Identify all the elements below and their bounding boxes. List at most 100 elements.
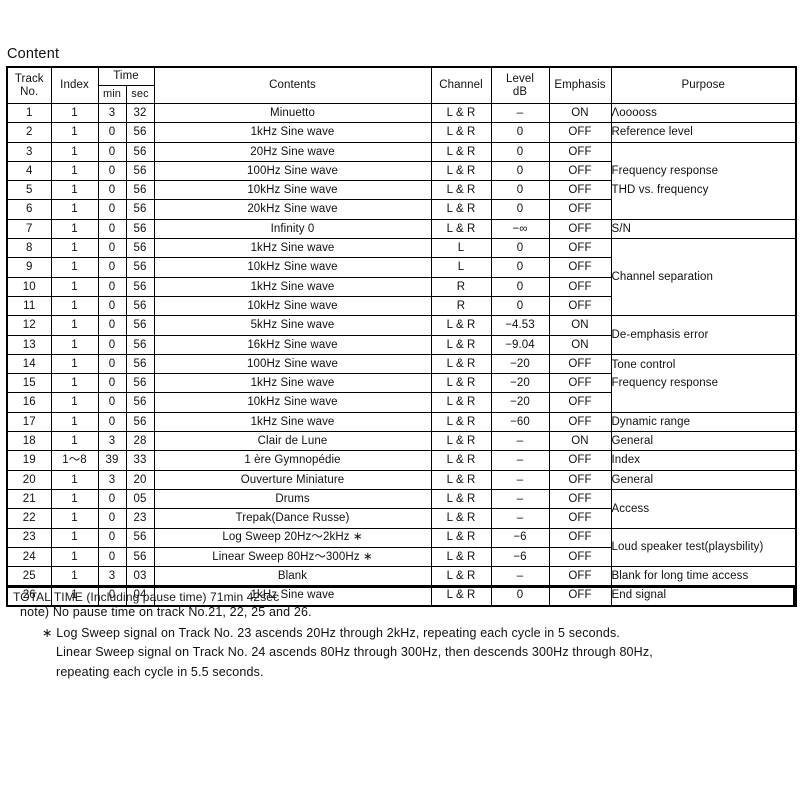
cell-time-sec: 56 (125, 122, 155, 143)
cell-level-db: – (490, 566, 550, 587)
cell-emphasis: OFF (548, 141, 612, 162)
cell-time-min: 0 (97, 334, 127, 355)
table-row: 12 1 0 56 5kHz Sine wave L & R −4.53 ON De-empha… (6, 315, 797, 355)
cell-emphasis: OFF (548, 411, 612, 433)
cell-time-sec: 56 (125, 353, 155, 375)
header-level-line1: Level (506, 73, 534, 86)
cell-time-sec: 56 (125, 411, 155, 433)
note-sweep-line-2: Linear Sweep signal on Track No. 24 asce… (56, 645, 653, 659)
cell-track-no: 14 (6, 353, 52, 375)
cell-time-min: 3 (97, 102, 127, 124)
cell-index: 1 (50, 508, 99, 529)
note-no-pause-time: note) No pause time on track No.21, 22, … (20, 605, 312, 619)
cell-time-min: 0 (97, 257, 127, 278)
cell-track-no: 6 (6, 199, 52, 220)
cell-track-no: 19 (6, 450, 52, 471)
cell-purpose: S/N (610, 218, 797, 240)
cell-emphasis: OFF (548, 199, 612, 220)
cell-time-sec: 56 (125, 257, 155, 278)
purpose-line: Frequency response (611, 377, 719, 390)
cell-time-sec: 56 (125, 546, 155, 568)
cell-channel: L & R (430, 180, 492, 201)
header-track-no-line2: No. (20, 85, 39, 98)
cell-time-sec: 56 (125, 392, 155, 413)
cell-emphasis: OFF (548, 488, 612, 510)
cell-index: 1 (50, 469, 99, 490)
cell-time-sec: 05 (125, 488, 155, 510)
cell-time-min: 39 (97, 450, 127, 471)
cell-time-sec: 23 (125, 508, 155, 529)
table-row: 18 1 3 28 Clair de Lune L & R – ON General (6, 431, 797, 452)
cell-contents: Blank (153, 566, 432, 587)
cell-channel: L & R (430, 488, 492, 510)
cell-index: 1 (50, 295, 99, 317)
cell-level-db: 0 (490, 295, 550, 317)
cell-track-no: 11 (6, 295, 52, 317)
note-sweep-block: ∗ Log Sweep signal on Track No. 23 ascen… (6, 624, 796, 686)
asterisk-icon: ∗ (42, 624, 53, 640)
cell-contents: Infinity 0 (153, 218, 432, 240)
cell-contents: 100Hz Sine wave (153, 353, 432, 375)
header-level-db: Level dB (490, 66, 550, 104)
footnotes: note) No pause time on track No.21, 22, … (6, 606, 796, 685)
cell-purpose: Reference level (610, 122, 797, 143)
cell-level-db: – (490, 488, 550, 510)
table-row: 8 1 0 56 1kHz Sine wave L 0 OFF Channel separati… (6, 238, 797, 317)
cell-contents: Clair de Lune (153, 431, 432, 452)
cell-time-sec: 03 (125, 566, 155, 587)
cell-purpose: Blank for long time access (610, 566, 797, 587)
cell-level-db: −20 (490, 353, 550, 375)
cell-index: 1 (50, 431, 99, 452)
cell-channel: L & R (430, 431, 492, 452)
cell-level-db: −4.53 (490, 315, 550, 336)
cell-index: 1 (50, 353, 99, 375)
cell-contents: 1 ère Gymnopédie (153, 450, 432, 471)
cell-emphasis: OFF (548, 566, 612, 587)
cell-channel: L & R (430, 450, 492, 471)
purpose-line-stack: Frequency response THD vs. frequency (612, 144, 796, 217)
cell-track-no: 10 (6, 276, 52, 297)
cell-channel: L & R (430, 334, 492, 355)
cell-channel: L & R (430, 199, 492, 220)
cell-track-no: 17 (6, 411, 52, 433)
cell-contents: 5kHz Sine wave (153, 315, 432, 336)
cell-track-no: 2 (6, 122, 52, 143)
cell-purpose: Access (610, 488, 797, 529)
cell-time-sec: 56 (125, 180, 155, 201)
cell-level-db: – (490, 469, 550, 490)
cell-purpose: General (610, 469, 797, 490)
cell-level-db: −6 (490, 546, 550, 568)
note-sweep-line-1: ∗ Log Sweep signal on Track No. 23 ascen… (42, 624, 796, 640)
cell-time-min: 0 (97, 373, 127, 394)
cell-time-min: 0 (97, 411, 127, 433)
cell-track-no: 4 (6, 160, 52, 182)
cell-channel: L (430, 257, 492, 278)
cell-index: 1 (50, 141, 99, 162)
cell-contents: 1kHz Sine wave (153, 276, 432, 297)
cell-contents: 20Hz Sine wave (153, 141, 432, 162)
cell-level-db: – (490, 450, 550, 471)
cell-emphasis: ON (548, 431, 612, 452)
cell-purpose: Λooooss (610, 102, 797, 124)
cell-emphasis: OFF (548, 122, 612, 143)
cell-time-min: 0 (97, 276, 127, 297)
cell-index: 1〜8 (50, 450, 99, 471)
cell-time-min: 0 (97, 122, 127, 143)
cell-contents: Ouverture Miniature (153, 469, 432, 490)
header-time: Time (97, 66, 155, 86)
cell-contents: 10kHz Sine wave (153, 392, 432, 413)
cell-time-min: 0 (97, 546, 127, 568)
cell-contents: 10kHz Sine wave (153, 257, 432, 278)
cell-level-db: −6 (490, 527, 550, 548)
cell-emphasis: OFF (548, 469, 612, 490)
cell-emphasis: ON (548, 102, 612, 124)
note-log-sweep-text: Log Sweep signal on Track No. 23 ascends… (56, 625, 620, 640)
cell-contents: 1kHz Sine wave (153, 238, 432, 259)
cell-time-sec: 32 (125, 102, 155, 124)
cell-contents: Linear Sweep 80Hz〜300Hz ∗ (153, 546, 432, 568)
cell-level-db: – (490, 508, 550, 529)
cell-track-no: 13 (6, 334, 52, 355)
table-row: 17 1 0 56 1kHz Sine wave L & R −60 OFF Dynamic r… (6, 411, 797, 433)
cell-emphasis: OFF (548, 218, 612, 240)
cell-time-sec: 56 (125, 373, 155, 394)
